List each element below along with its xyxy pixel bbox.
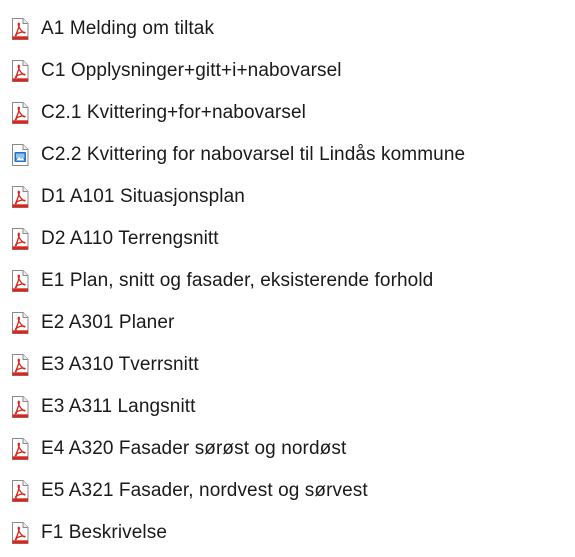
pdf-file-icon [8,17,32,41]
file-item[interactable]: E2 A301 Planer [0,302,575,344]
pdf-file-icon [8,311,32,335]
file-name: E5 A321 Fasader, nordvest og sørvest [41,480,368,501]
file-item[interactable]: D2 A110 Terrengsnitt [0,218,575,260]
file-name: D2 A110 Terrengsnitt [41,228,219,249]
file-item[interactable]: C2.1 Kvittering+for+nabovarsel [0,92,575,134]
pdf-file-icon [8,185,32,209]
pdf-file-icon [8,437,32,461]
file-item[interactable]: E3 A311 Langsnitt [0,386,575,428]
file-name: D1 A101 Situasjonsplan [41,186,245,207]
file-name: E1 Plan, snitt og fasader, eksisterende … [41,270,434,291]
file-name: C2.2 Kvittering for nabovarsel til Lindå… [41,144,466,165]
file-item[interactable]: E5 A321 Fasader, nordvest og sørvest [0,470,575,512]
pdf-file-icon [8,353,32,377]
file-name: C1 Opplysninger+gitt+i+nabovarsel [41,60,342,81]
file-item[interactable]: A1 Melding om tiltak [0,8,575,50]
file-item[interactable]: F1 Beskrivelse [0,512,575,554]
image-file-icon [8,143,32,167]
file-item[interactable]: D1 A101 Situasjonsplan [0,176,575,218]
file-item[interactable]: C1 Opplysninger+gitt+i+nabovarsel [0,50,575,92]
file-name: F1 Beskrivelse [41,522,167,543]
pdf-file-icon [8,101,32,125]
pdf-file-icon [8,395,32,419]
file-name: E2 A301 Planer [41,312,175,333]
pdf-file-icon [8,59,32,83]
file-name: E4 A320 Fasader sørøst og nordøst [41,438,347,459]
file-item[interactable]: E4 A320 Fasader sørøst og nordøst [0,428,575,470]
file-item[interactable]: C2.2 Kvittering for nabovarsel til Lindå… [0,134,575,176]
pdf-file-icon [8,269,32,293]
file-name: E3 A311 Langsnitt [41,396,196,417]
pdf-file-icon [8,521,32,545]
file-item[interactable]: E3 A310 Tverrsnitt [0,344,575,386]
file-name: E3 A310 Tverrsnitt [41,354,199,375]
file-item[interactable]: E1 Plan, snitt og fasader, eksisterende … [0,260,575,302]
file-name: A1 Melding om tiltak [41,18,215,39]
pdf-file-icon [8,227,32,251]
pdf-file-icon [8,479,32,503]
file-name: C2.1 Kvittering+for+nabovarsel [41,102,306,123]
